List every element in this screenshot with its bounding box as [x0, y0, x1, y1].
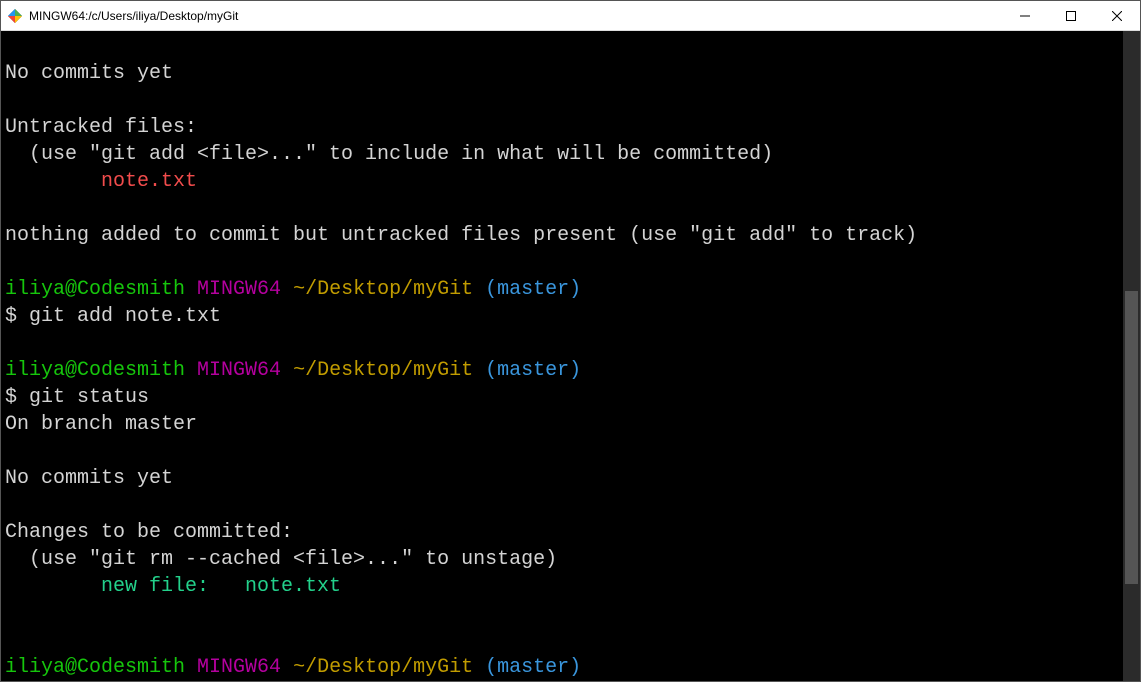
- prompt-shell: MINGW64: [197, 359, 281, 382]
- prompt-branch: (master): [485, 359, 581, 382]
- prompt-user-host: iliya@Codesmith: [5, 278, 185, 301]
- prompt-shell: MINGW64: [197, 656, 281, 679]
- output-line: No commits yet: [5, 62, 173, 85]
- output-line: No commits yet: [5, 467, 173, 490]
- close-button[interactable]: [1094, 1, 1140, 30]
- prompt-branch: (master): [485, 656, 581, 679]
- output-line: nothing added to commit but untracked fi…: [5, 224, 917, 247]
- output-line: On branch master: [5, 413, 197, 436]
- prompt-symbol: $: [5, 305, 17, 328]
- staged-file: new file: note.txt: [5, 575, 341, 598]
- output-line: (use "git add <file>..." to include in w…: [5, 143, 773, 166]
- window-titlebar: MINGW64:/c/Users/iliya/Desktop/myGit: [1, 1, 1140, 31]
- command-text: git status: [17, 386, 149, 409]
- terminal-output[interactable]: No commits yet Untracked files: (use "gi…: [1, 31, 1123, 681]
- untracked-file: note.txt: [5, 170, 197, 193]
- minimize-button[interactable]: [1002, 1, 1048, 30]
- output-line: Changes to be committed:: [5, 521, 293, 544]
- vertical-scrollbar[interactable]: [1123, 31, 1140, 681]
- prompt-path: ~/Desktop/myGit: [293, 359, 473, 382]
- prompt-shell: MINGW64: [197, 278, 281, 301]
- prompt-user-host: iliya@Codesmith: [5, 359, 185, 382]
- window-title: MINGW64:/c/Users/iliya/Desktop/myGit: [29, 9, 1002, 23]
- output-line: Untracked files:: [5, 116, 197, 139]
- output-line: (use "git rm --cached <file>..." to unst…: [5, 548, 557, 571]
- command-text: git add note.txt: [17, 305, 221, 328]
- prompt-symbol: $: [5, 386, 17, 409]
- app-icon: [7, 8, 23, 24]
- scrollbar-thumb[interactable]: [1125, 291, 1138, 584]
- prompt-user-host: iliya@Codesmith: [5, 656, 185, 679]
- prompt-path: ~/Desktop/myGit: [293, 278, 473, 301]
- window-controls: [1002, 1, 1140, 30]
- maximize-button[interactable]: [1048, 1, 1094, 30]
- prompt-path: ~/Desktop/myGit: [293, 656, 473, 679]
- prompt-branch: (master): [485, 278, 581, 301]
